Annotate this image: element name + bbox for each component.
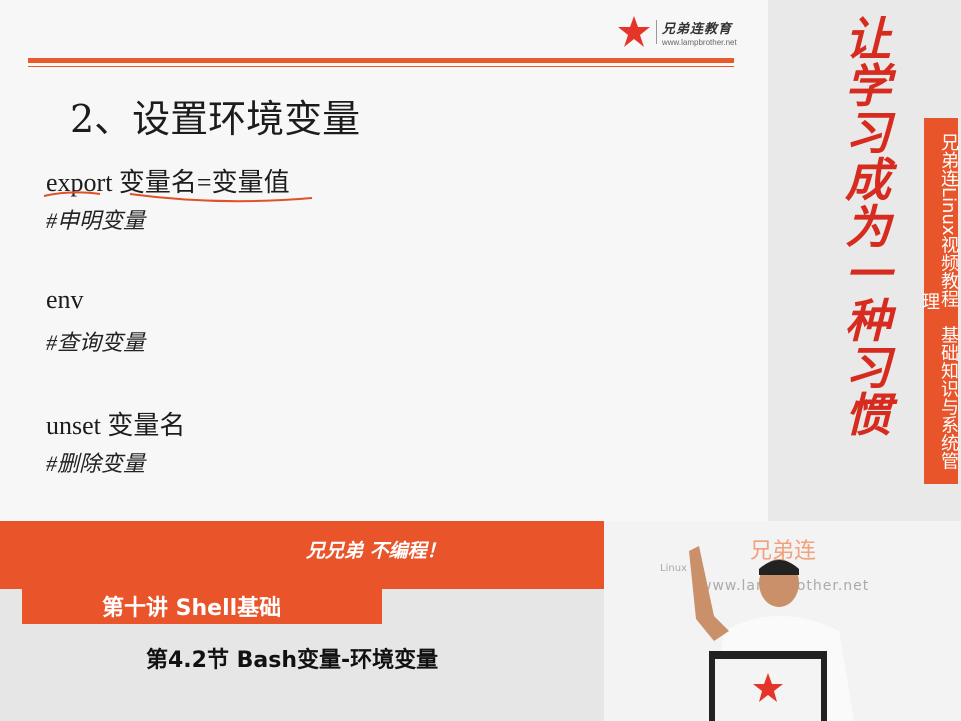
laptop [709, 651, 827, 721]
command-env: env [46, 285, 84, 314]
lecture-title: 第十讲 Shell基础 [102, 596, 282, 621]
header-rule-thin [28, 66, 734, 67]
logo: 兄弟连教育 www.lampbrother.net [616, 14, 737, 54]
vertical-course-bar: 兄弟连Linux视频教程 基础知识与系统管理 [919, 118, 959, 484]
presenter-video: 兄弟连 Linux www.lampbrother.net [604, 521, 961, 721]
lecture-tag: 第十讲 Shell基础 [22, 582, 382, 624]
logo-url: www.lampbrother.net [662, 38, 737, 47]
slogan: 让学习成为一种习惯 [845, 12, 891, 442]
section-title: 第4.2节 Bash变量-环境变量 [146, 648, 439, 673]
comment-export: #申明变量 [46, 208, 146, 233]
comment-unset: #删除变量 [46, 451, 146, 476]
command-unset: unset 变量名 [46, 411, 186, 440]
logo-name: 兄弟连教育 [662, 22, 733, 37]
logo-divider [656, 20, 657, 44]
motto: 兄兄弟 不编程！ [306, 540, 446, 562]
slide: 兄弟连教育 www.lampbrother.net 2、设置环境变量 expor… [0, 0, 768, 521]
star-logo-icon [753, 673, 783, 702]
vertical-course-text: 兄弟连Linux视频教程 基础知识与系统管理 [919, 132, 959, 470]
comment-env: #查询变量 [46, 330, 146, 355]
laptop-screen [715, 659, 821, 721]
header-rule [28, 58, 734, 63]
slide-title: 2、设置环境变量 [70, 97, 361, 141]
star-logo-icon [618, 16, 650, 47]
sidebar: 让学习成为一种习惯 兄弟连Linux视频教程 基础知识与系统管理 [768, 0, 961, 521]
bottom-band [0, 521, 604, 589]
